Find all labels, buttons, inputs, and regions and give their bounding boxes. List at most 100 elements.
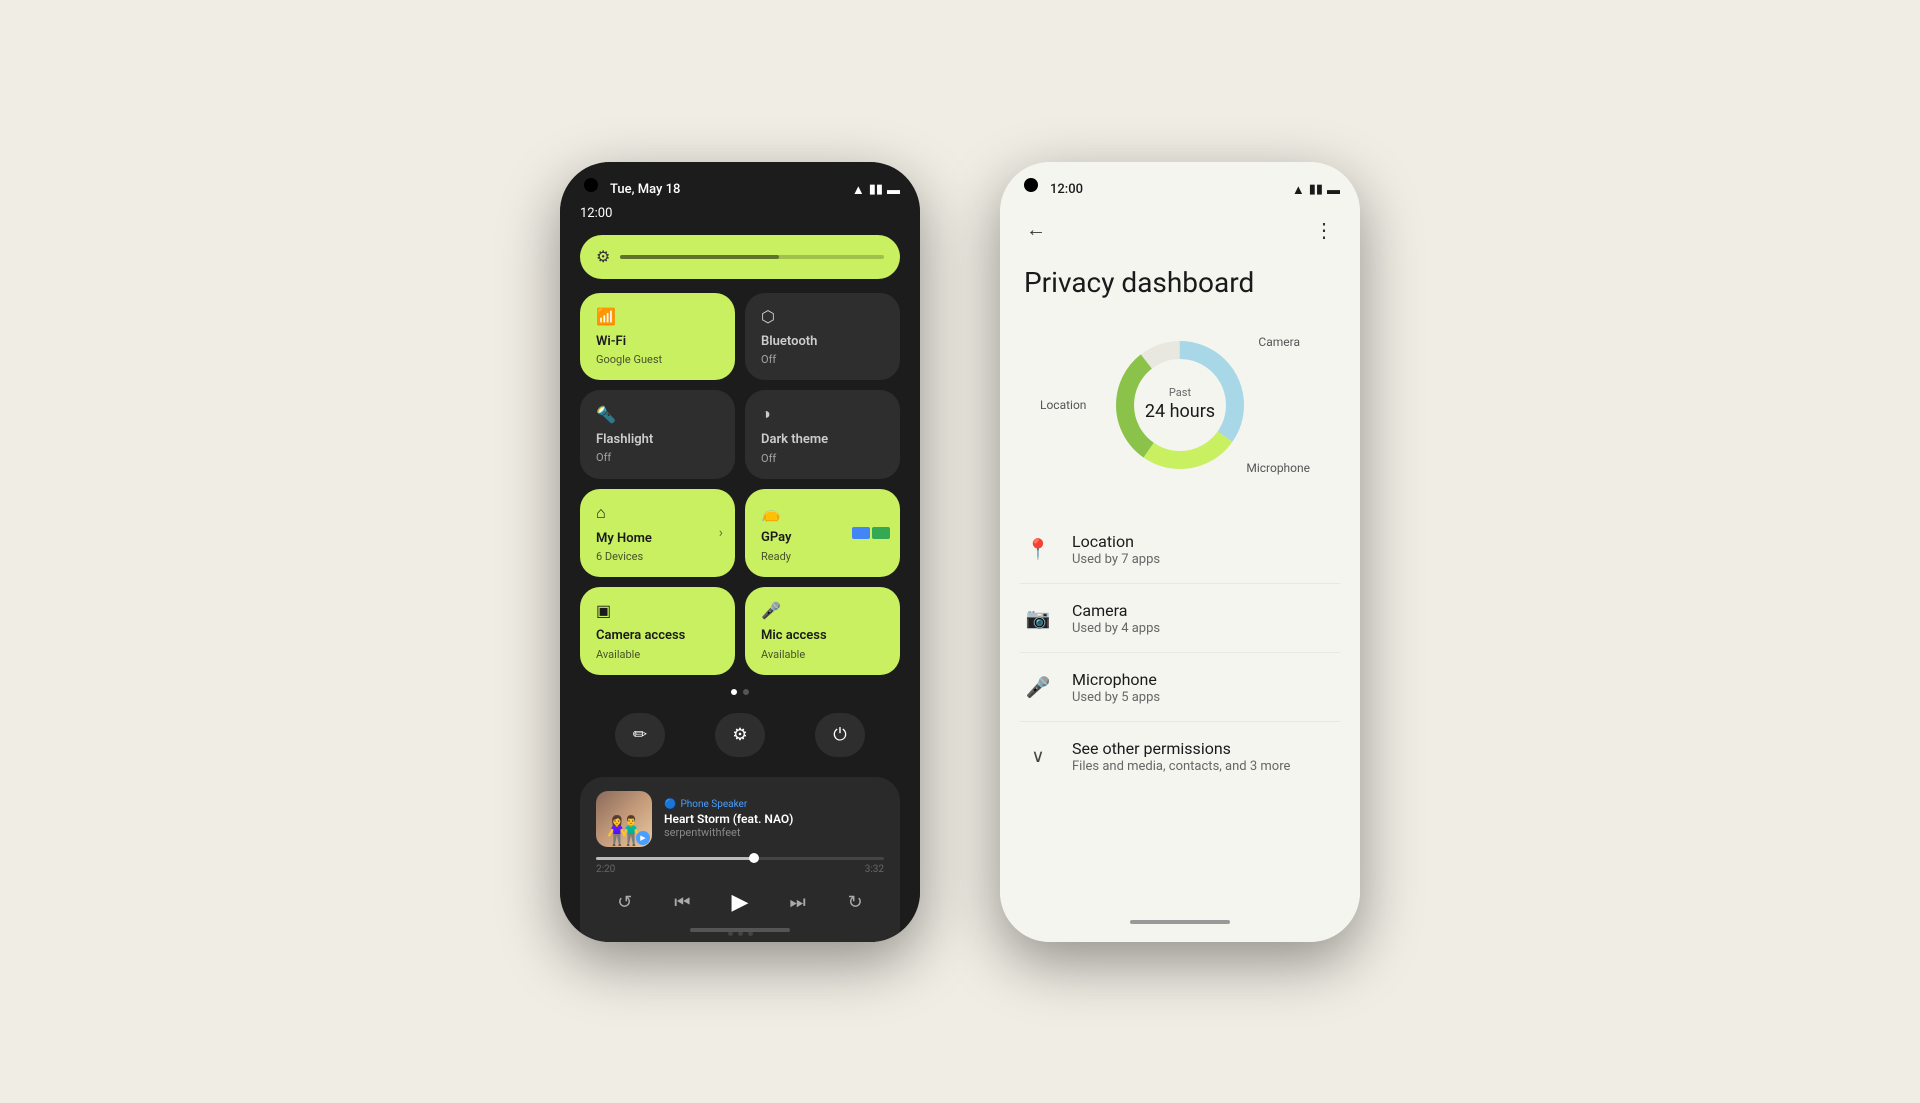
media-title: Heart Storm (feat. NAO) (664, 812, 884, 826)
left-phone-screen: Tue, May 18 ▲ ▮▮ ▬ 12:00 ⚙ � (560, 162, 920, 942)
location-permission-item[interactable]: 📍 Location Used by 7 apps (1020, 515, 1340, 583)
pd-wifi-icon: ▲ (1292, 182, 1305, 198)
qs-date: Tue, May 18 (610, 182, 680, 197)
location-chart-label: Location (1040, 398, 1086, 412)
camera-chart-label: Camera (1258, 335, 1300, 349)
bluetooth-tile-icon: ⬡ (761, 307, 884, 326)
gpay-cards (852, 527, 890, 539)
progress-thumb (749, 853, 759, 863)
bluetooth-tile[interactable]: ⬡ Bluetooth Off (745, 293, 900, 381)
replay-button[interactable]: ↺ (607, 885, 643, 921)
media-top: 👫 ▶ 🔵 Phone Speaker Heart Storm (feat. N… (596, 791, 884, 847)
microphone-permission-text: Microphone Used by 5 apps (1072, 670, 1340, 705)
see-more-title: See other permissions (1072, 739, 1340, 758)
bluetooth-tile-title: Bluetooth (761, 334, 884, 350)
forward-button[interactable]: ↻ (837, 885, 873, 921)
right-home-bar-line (1130, 920, 1230, 924)
qs-dot-1 (731, 689, 737, 695)
flashlight-tile-subtitle: Off (596, 451, 719, 464)
gpay-tile-subtitle: Ready (761, 550, 884, 563)
flashlight-tile[interactable]: 🔦 Flashlight Off (580, 390, 735, 479)
right-home-bar (1000, 899, 1360, 942)
bluetooth-tile-subtitle: Off (761, 353, 884, 366)
camera-access-tile-icon: ▣ (596, 601, 719, 620)
camera-access-tile[interactable]: ▣ Camera access Available (580, 587, 735, 675)
prev-button[interactable]: ⏮ (664, 885, 700, 921)
wifi-tile[interactable]: 📶 Wi-Fi Google Guest (580, 293, 735, 381)
mic-access-tile[interactable]: 🎤 Mic access Available (745, 587, 900, 675)
camera-access-tile-title: Camera access (596, 628, 719, 644)
pd-status-icons: ▲ ▮▮ ▬ (1292, 182, 1340, 198)
permission-list: 📍 Location Used by 7 apps 📷 Camera Used … (1000, 505, 1360, 898)
total-time: 3:32 (865, 864, 884, 875)
see-more-text: See other permissions Files and media, c… (1072, 739, 1340, 774)
battery-icon: ▬ (887, 182, 900, 198)
qs-tiles-grid: 📶 Wi-Fi Google Guest ⬡ Bluetooth Off 🔦 F… (560, 293, 920, 675)
pd-nav: ← ⋮ (1000, 206, 1360, 254)
brightness-slider[interactable]: ⚙ (580, 235, 900, 279)
progress-bar[interactable] (596, 857, 884, 860)
play-button[interactable]: ▶ (722, 885, 758, 921)
my-home-chevron-icon: › (719, 525, 723, 541)
brightness-bar[interactable] (620, 255, 884, 259)
edit-icon: ✏ (633, 725, 647, 745)
mic-access-tile-title: Mic access (761, 628, 884, 644)
wifi-tile-title: Wi-Fi (596, 334, 719, 350)
gpay-tile-icon: 👝 (761, 503, 884, 522)
my-home-tile[interactable]: ⌂ My Home 6 Devices › (580, 489, 735, 578)
back-button[interactable]: ← (1020, 214, 1052, 246)
media-progress: 2:20 3:32 (596, 857, 884, 875)
location-permission-subtitle: Used by 7 apps (1072, 552, 1340, 567)
qs-time: 12:00 (560, 206, 920, 231)
media-info: 🔵 Phone Speaker Heart Storm (feat. NAO) … (664, 799, 884, 839)
my-home-tile-title: My Home (596, 531, 719, 547)
wifi-icon: ▲ (852, 182, 865, 198)
dark-theme-tile-title: Dark theme (761, 432, 884, 448)
signal-icon: ▮▮ (869, 182, 883, 197)
brightness-fill (620, 255, 778, 259)
more-options-button[interactable]: ⋮ (1308, 214, 1340, 246)
see-more-chevron-icon: ∨ (1020, 738, 1056, 774)
camera-permission-subtitle: Used by 4 apps (1072, 621, 1340, 636)
pd-signal-icon: ▮▮ (1309, 182, 1323, 197)
privacy-chart-container: Past 24 hours Camera Location Microphone (1000, 315, 1360, 505)
see-other-permissions-item[interactable]: ∨ See other permissions Files and media,… (1020, 721, 1340, 790)
donut-chart: Past 24 hours Camera Location Microphone (1080, 325, 1280, 485)
media-dot-3 (748, 931, 753, 936)
camera-access-tile-subtitle: Available (596, 648, 719, 661)
qs-status-icons: ▲ ▮▮ ▬ (852, 182, 900, 198)
settings-button[interactable]: ⚙ (715, 713, 765, 757)
settings-icon: ⚙ (732, 725, 747, 745)
right-phone-screen: 12:00 ▲ ▮▮ ▬ ← ⋮ Privacy dashboard (1000, 162, 1360, 942)
microphone-permission-item[interactable]: 🎤 Microphone Used by 5 apps (1020, 652, 1340, 721)
power-icon: ⏻ (833, 725, 846, 745)
microphone-chart-label: Microphone (1246, 461, 1310, 475)
gpay-card-2 (872, 527, 890, 539)
qs-bottom-bar: ✏ ⚙ ⏻ (560, 709, 920, 769)
pd-time: 12:00 (1050, 182, 1083, 197)
flashlight-tile-icon: 🔦 (596, 405, 719, 424)
location-permission-text: Location Used by 7 apps (1072, 532, 1340, 567)
camera-permission-icon: 📷 (1020, 600, 1056, 636)
privacy-dashboard-title: Privacy dashboard (1000, 254, 1360, 316)
power-button[interactable]: ⏻ (815, 713, 865, 757)
media-dot-2 (738, 931, 743, 936)
wifi-tile-subtitle: Google Guest (596, 353, 719, 366)
media-page-dots (596, 931, 884, 936)
media-controls: ↺ ⏮ ▶ ⏭ ↻ (596, 885, 884, 921)
next-button[interactable]: ⏭ (780, 885, 816, 921)
dark-theme-tile[interactable]: ◑ Dark theme Off (745, 390, 900, 479)
gpay-tile[interactable]: 👝 GPay Ready (745, 489, 900, 578)
donut-hours-value: 24 hours (1145, 401, 1215, 424)
camera-permission-text: Camera Used by 4 apps (1072, 601, 1340, 636)
my-home-tile-subtitle: 6 Devices (596, 550, 719, 563)
location-permission-icon: 📍 (1020, 531, 1056, 567)
donut-past-label: Past (1145, 386, 1215, 400)
camera-permission-item[interactable]: 📷 Camera Used by 4 apps (1020, 583, 1340, 652)
edit-button[interactable]: ✏ (615, 713, 665, 757)
media-album-art: 👫 ▶ (596, 791, 652, 847)
flashlight-tile-title: Flashlight (596, 432, 719, 448)
qs-dot-2 (743, 689, 749, 695)
mic-access-tile-icon: 🎤 (761, 601, 884, 620)
location-permission-title: Location (1072, 532, 1340, 551)
